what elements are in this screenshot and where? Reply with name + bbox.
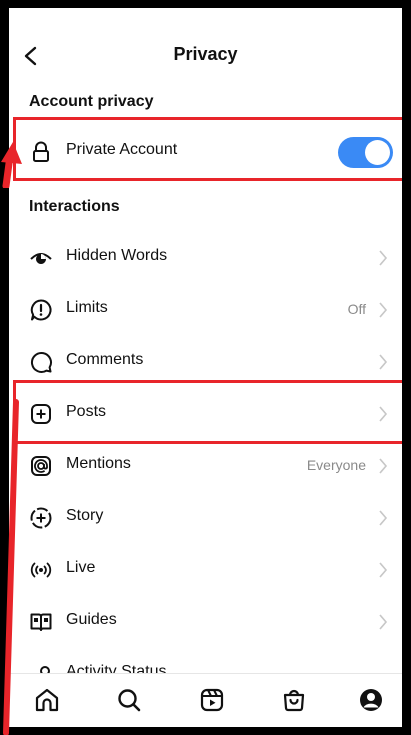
chevron-right-icon [379,458,388,474]
section-title-account-privacy: Account privacy [29,93,154,110]
mention-icon [31,456,51,476]
page-title: Privacy [173,44,238,64]
comments-label: Comments [66,351,144,368]
mentions-value: Everyone [306,457,366,473]
hidden-words-label: Hidden Words [66,247,168,264]
highlight-box-posts [13,380,402,444]
limits-value: Off [347,301,366,317]
guide-book-icon [30,613,52,631]
chevron-right-icon [379,562,388,578]
live-label: Live [66,559,96,576]
mentions-label: Mentions [66,455,131,472]
reels-icon[interactable] [198,686,226,714]
bottom-tab-bar [9,673,402,727]
privacy-screen: Privacy Account privacy Private Account … [9,8,402,727]
chevron-right-icon [379,354,388,370]
section-title-interactions: Interactions [29,198,120,215]
profile-icon[interactable] [357,686,385,714]
home-icon[interactable] [33,686,61,714]
search-icon[interactable] [115,686,143,714]
eye-icon [30,253,52,264]
chevron-right-icon [379,614,388,630]
story-label: Story [66,507,104,524]
chevron-right-icon [379,250,388,266]
guides-label: Guides [66,611,117,628]
annotation-arrow-icon [1,142,22,188]
limits-label: Limits [66,299,108,316]
mentions-row[interactable]: Mentions Everyone [9,440,402,492]
live-broadcast-icon [30,562,52,578]
guides-row[interactable]: Guides [9,596,402,648]
story-add-icon [30,507,52,529]
annotation-line-icon [3,399,19,735]
highlight-box-private-account [13,117,402,181]
header: Privacy [9,8,402,96]
chevron-right-icon [379,510,388,526]
comment-icon [30,351,52,373]
story-row[interactable]: Story [9,492,402,544]
shop-icon[interactable] [280,686,308,714]
live-row[interactable]: Live [9,544,402,596]
limits-row[interactable]: Limits Off [9,284,402,336]
chevron-right-icon [379,302,388,318]
hidden-words-row[interactable]: Hidden Words [9,232,402,284]
limits-icon [30,299,52,321]
